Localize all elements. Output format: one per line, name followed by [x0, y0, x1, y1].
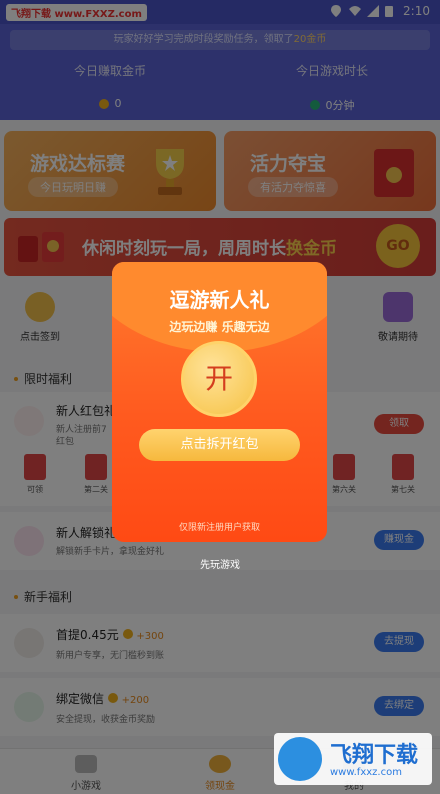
- modal-footnote: 仅限新注册用户获取: [178, 523, 260, 533]
- logo-text: 飞翔下载: [330, 743, 419, 768]
- watermark-logo: 飞翔下载 www.fxxz.com: [274, 733, 432, 785]
- newbie-gift-modal: 逗游新人礼 边玩边赚 乐趣无边 开 点击拆开红包 仅限新注册用户获取: [112, 262, 327, 542]
- modal-title: 逗游新人礼: [169, 288, 270, 312]
- play-first-link[interactable]: 先玩游戏: [175, 556, 265, 571]
- logo-mark-icon: [278, 737, 322, 781]
- open-envelope-button[interactable]: 开: [181, 341, 257, 417]
- logo-url: www.fxxz.com: [330, 767, 402, 778]
- open-redpack-button[interactable]: 点击拆开红包: [139, 429, 300, 461]
- modal-subtitle: 边玩边赚 乐趣无边: [169, 320, 270, 334]
